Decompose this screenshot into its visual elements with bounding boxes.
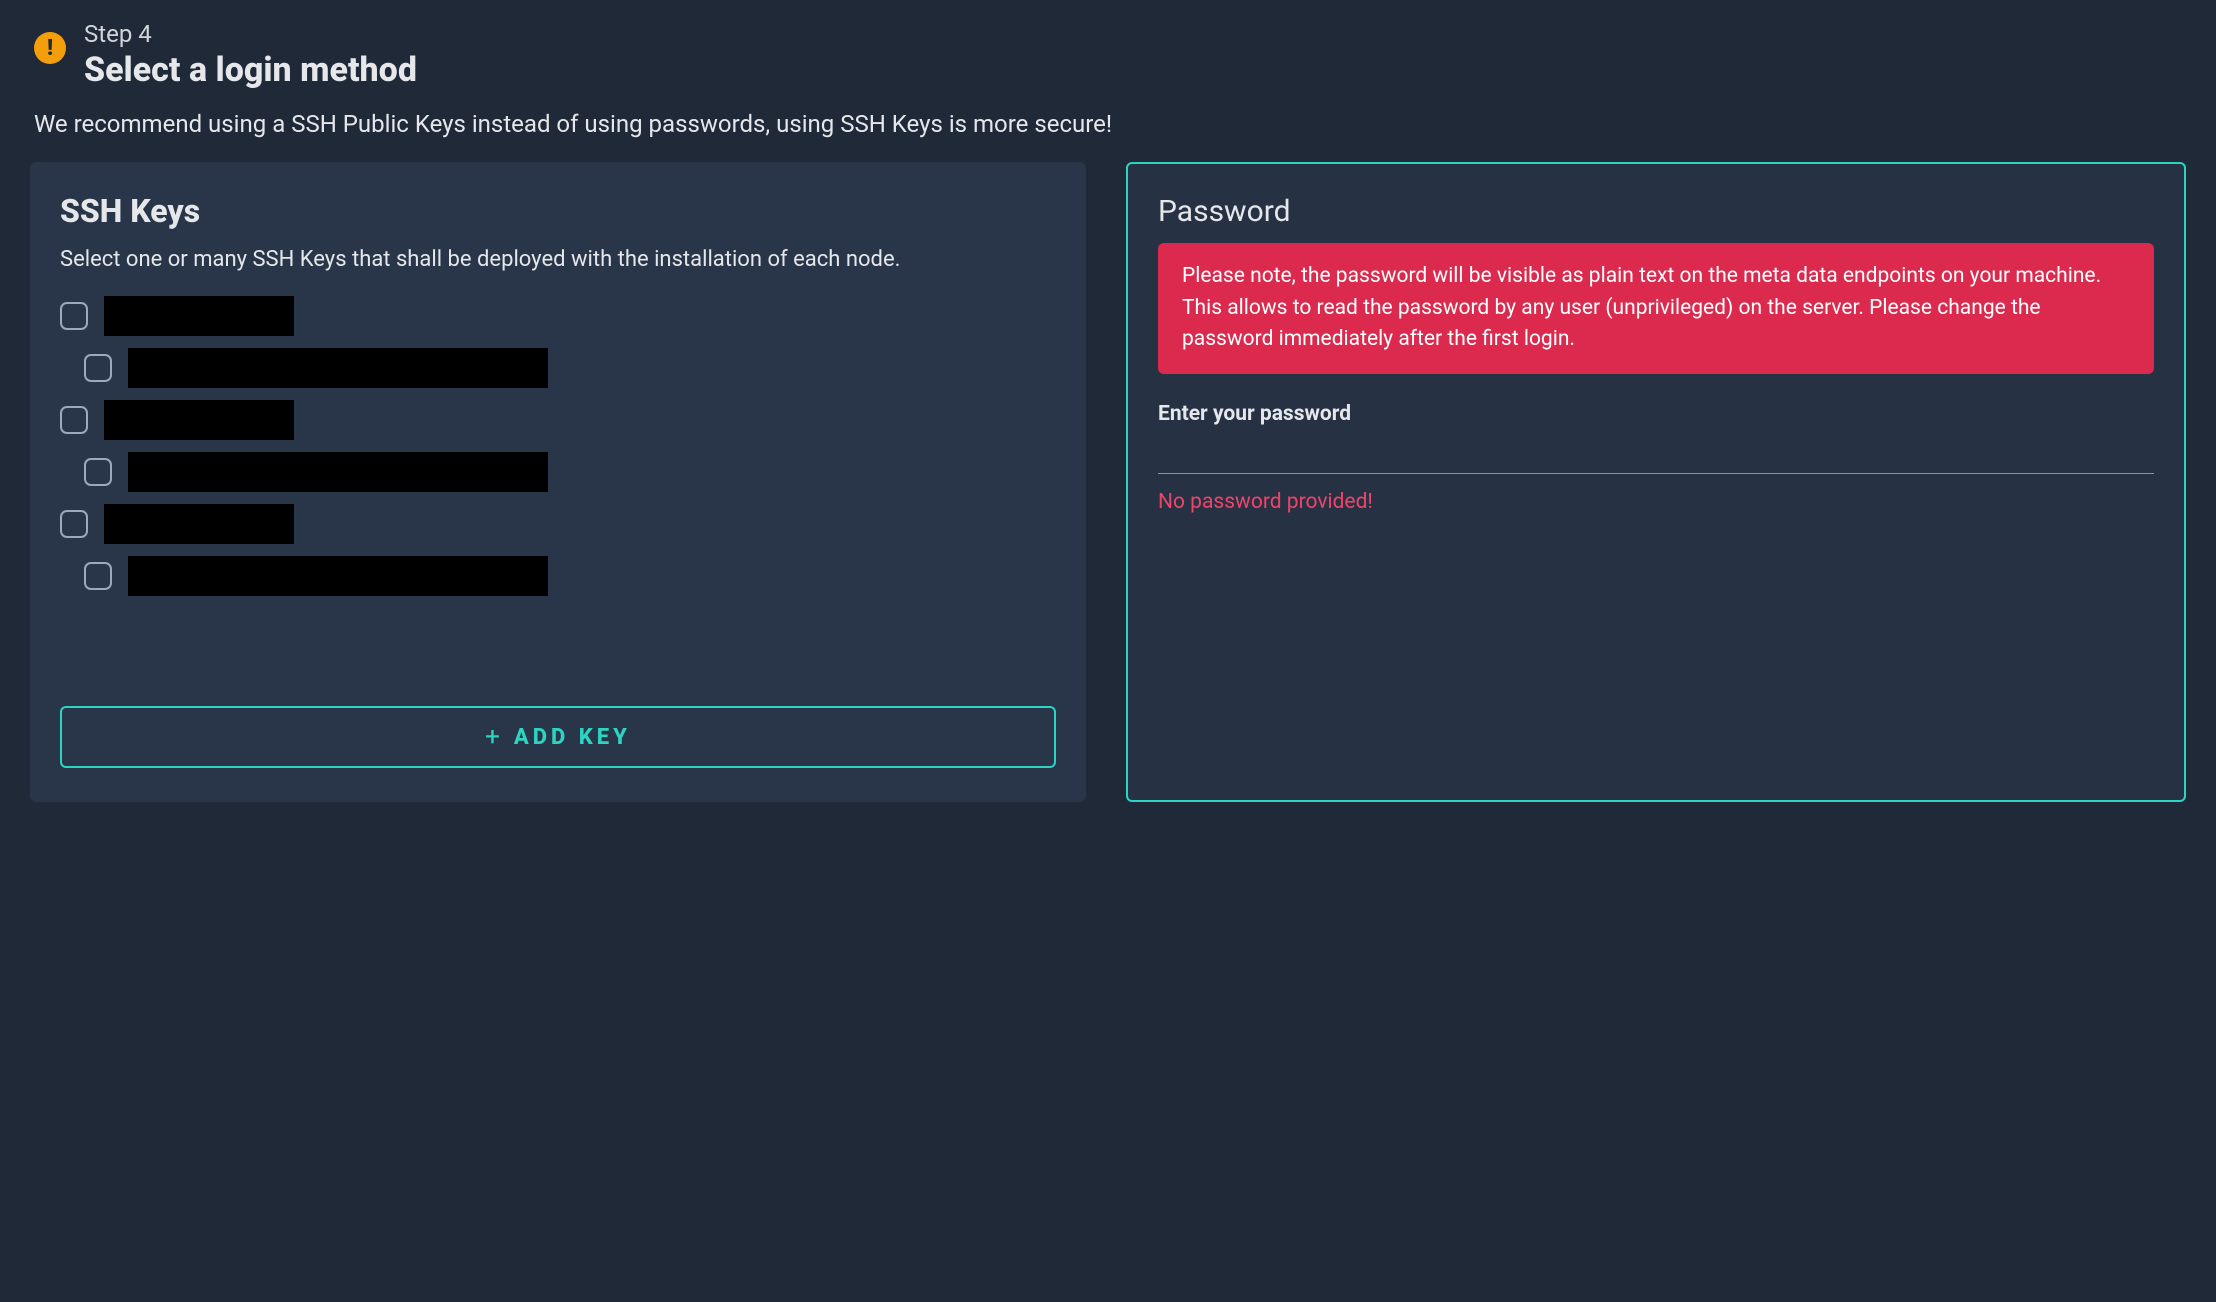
ssh-key-row xyxy=(60,498,1056,550)
ssh-key-checkbox[interactable] xyxy=(84,458,112,486)
ssh-key-checkbox[interactable] xyxy=(60,510,88,538)
ssh-key-row xyxy=(60,290,1056,342)
plus-icon: + xyxy=(485,722,500,752)
ssh-keys-card[interactable]: SSH Keys Select one or many SSH Keys tha… xyxy=(30,162,1086,802)
step-label: Step 4 xyxy=(84,20,417,48)
password-warning-alert: Please note, the password will be visibl… xyxy=(1158,243,2154,374)
ssh-key-checkbox[interactable] xyxy=(60,302,88,330)
password-error-text: No password provided! xyxy=(1158,490,2154,514)
ssh-key-row xyxy=(60,342,1056,394)
ssh-key-row xyxy=(60,446,1056,498)
password-input[interactable] xyxy=(1158,446,2154,474)
warning-icon-glyph: ! xyxy=(47,36,53,61)
password-card-title: Password xyxy=(1158,194,2154,229)
header-text: Step 4 Select a login method xyxy=(84,20,417,90)
ssh-card-title: SSH Keys xyxy=(60,192,1056,230)
ssh-key-row xyxy=(60,394,1056,446)
password-card[interactable]: Password Please note, the password will … xyxy=(1126,162,2186,802)
warning-icon: ! xyxy=(34,32,66,64)
add-key-button[interactable]: + ADD KEY xyxy=(60,706,1056,768)
add-key-label: ADD KEY xyxy=(514,725,631,750)
ssh-key-name-redacted xyxy=(104,400,294,440)
ssh-key-row xyxy=(60,550,1056,602)
page-title: Select a login method xyxy=(84,50,417,90)
ssh-key-checkbox[interactable] xyxy=(60,406,88,434)
ssh-key-checkbox[interactable] xyxy=(84,562,112,590)
step-header: ! Step 4 Select a login method xyxy=(30,20,2186,90)
password-field-label: Enter your password xyxy=(1158,402,2154,426)
ssh-key-list xyxy=(60,290,1056,602)
ssh-key-name-redacted xyxy=(128,556,548,596)
ssh-key-name-redacted xyxy=(104,504,294,544)
ssh-key-checkbox[interactable] xyxy=(84,354,112,382)
ssh-key-name-redacted xyxy=(128,452,548,492)
ssh-key-name-redacted xyxy=(104,296,294,336)
ssh-card-description: Select one or many SSH Keys that shall b… xyxy=(60,244,1056,276)
recommendation-text: We recommend using a SSH Public Keys ins… xyxy=(30,110,2186,138)
login-method-columns: SSH Keys Select one or many SSH Keys tha… xyxy=(30,162,2186,802)
ssh-key-name-redacted xyxy=(128,348,548,388)
